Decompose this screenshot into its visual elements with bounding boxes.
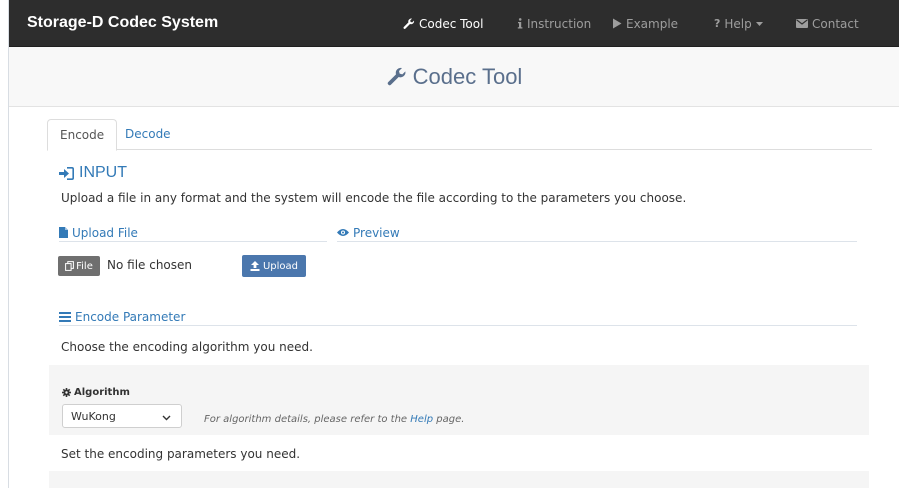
- wrench-icon: [387, 67, 407, 87]
- choose-file-label: File: [76, 260, 93, 272]
- nav-example[interactable]: Example: [612, 0, 678, 47]
- file-status: No file chosen: [107, 258, 193, 272]
- brand-title[interactable]: Storage-D Codec System: [27, 14, 218, 32]
- page: Storage-D Codec System Codec Tool Instru…: [8, 0, 899, 488]
- envelope-icon: [796, 19, 808, 28]
- upload-file-heading-text: Upload File: [72, 225, 138, 240]
- choose-file-button[interactable]: File: [58, 256, 100, 276]
- page-title: Codec Tool: [9, 64, 899, 90]
- nav-help-dropdown[interactable]: ? Help: [714, 0, 763, 47]
- upload-file-heading: Upload File: [59, 224, 327, 242]
- nav-codec-tool[interactable]: Codec Tool: [403, 0, 483, 47]
- encode-parameter-heading: Encode Parameter: [59, 308, 857, 326]
- tab-decode[interactable]: Decode: [113, 119, 183, 150]
- upload-button-label: Upload: [262, 260, 299, 272]
- algorithm-label: Algorithm: [62, 387, 130, 398]
- nav-contact-label: Contact: [812, 16, 859, 31]
- encode-parameter-description: Choose the encoding algorithm you need.: [61, 340, 313, 354]
- nav-contact[interactable]: Contact: [796, 0, 859, 47]
- page-title-text: Codec Tool: [412, 64, 523, 89]
- eye-icon: [337, 228, 349, 237]
- caret-down-icon: [755, 21, 763, 26]
- codec-tabs: Encode Decode: [47, 119, 872, 151]
- chevron-down-icon: [162, 411, 171, 424]
- input-title-text: INPUT: [79, 164, 127, 181]
- input-section-title: INPUT: [59, 164, 127, 182]
- nav-codec-tool-label: Codec Tool: [419, 16, 484, 31]
- nav-example-label: Example: [626, 16, 679, 31]
- tab-encode[interactable]: Encode: [47, 119, 118, 151]
- algorithm-note-suffix: page.: [433, 414, 465, 425]
- question-icon: ?: [714, 17, 721, 30]
- algorithm-select-value: WuKong: [71, 409, 116, 423]
- gear-icon: [62, 388, 71, 397]
- file-icon: [59, 227, 68, 238]
- page-header: Codec Tool: [9, 47, 899, 107]
- upload-button[interactable]: Upload: [242, 255, 306, 277]
- wrench-icon: [403, 18, 415, 30]
- top-navbar: Storage-D Codec System Codec Tool Instru…: [9, 0, 899, 47]
- preview-heading-text: Preview: [353, 225, 400, 240]
- parameters-panel: [49, 471, 869, 488]
- encode-params-description: Set the encoding parameters you need.: [61, 447, 301, 461]
- help-link[interactable]: Help: [410, 414, 433, 425]
- list-icon: [59, 311, 71, 322]
- input-description: Upload a file in any format and the syst…: [61, 191, 687, 205]
- upload-icon: [250, 261, 260, 271]
- algorithm-note: For algorithm details, please refer to t…: [204, 414, 464, 425]
- info-icon: [517, 18, 523, 29]
- copy-icon: [65, 261, 75, 271]
- nav-instruction[interactable]: Instruction: [517, 0, 591, 47]
- algorithm-note-prefix: For algorithm details, please refer to t…: [204, 414, 411, 425]
- algorithm-select[interactable]: WuKong: [62, 404, 182, 428]
- algorithm-label-text: Algorithm: [74, 387, 130, 398]
- nav-help-label: Help: [724, 16, 752, 31]
- nav-instruction-label: Instruction: [527, 16, 592, 31]
- sign-in-icon: [59, 166, 74, 180]
- encode-parameter-heading-text: Encode Parameter: [75, 309, 186, 324]
- preview-heading: Preview: [337, 224, 857, 242]
- play-icon: [612, 18, 622, 29]
